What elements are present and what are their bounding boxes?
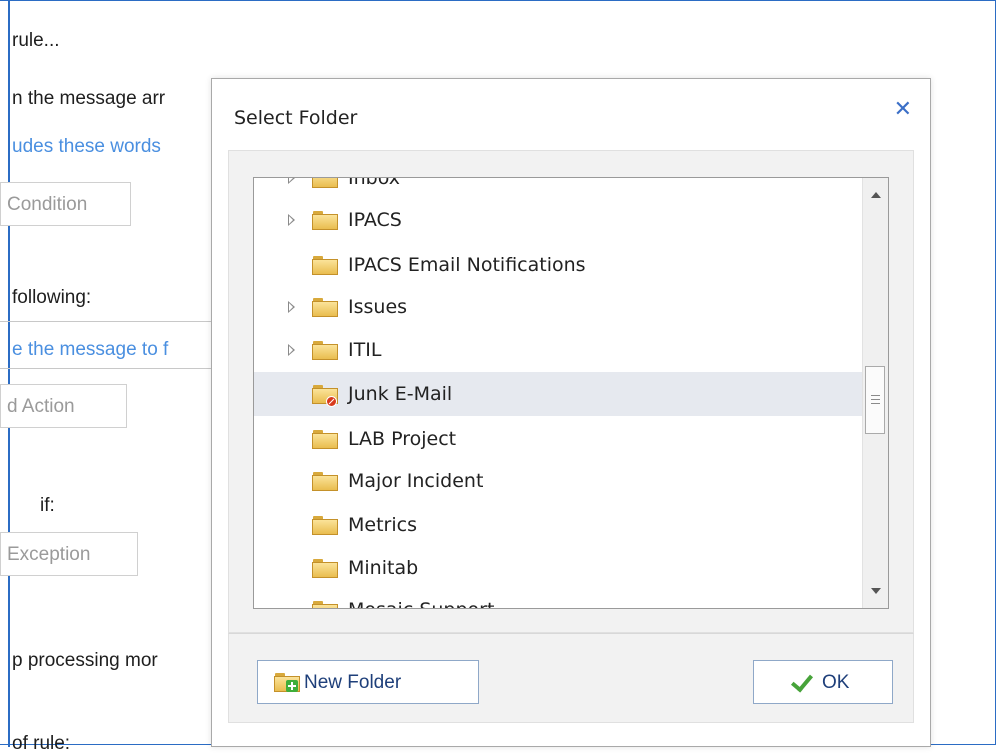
folder-icon bbox=[312, 256, 338, 275]
folder-icon bbox=[312, 211, 338, 230]
ok-button[interactable]: OK bbox=[753, 660, 893, 704]
tree-item-label: Major Incident bbox=[348, 470, 484, 492]
divider bbox=[0, 368, 215, 369]
tree-item-lab-project[interactable]: LAB Project bbox=[254, 417, 862, 461]
folder-icon bbox=[312, 178, 338, 188]
tree-item-ipacs[interactable]: IPACS bbox=[254, 198, 862, 242]
folder-icon bbox=[312, 472, 338, 491]
tree-item-issues[interactable]: Issues bbox=[254, 285, 862, 329]
tree-item-minitab[interactable]: Minitab bbox=[254, 546, 862, 590]
dialog-title: Select Folder bbox=[234, 107, 358, 129]
folder-icon bbox=[312, 430, 338, 449]
do-following-label: following: bbox=[12, 287, 92, 308]
tree-item-mosaic-support[interactable]: Mosaic Support bbox=[254, 588, 862, 608]
folder-icon bbox=[312, 298, 338, 317]
tree-item-label: Junk E-Mail bbox=[348, 383, 453, 405]
condition-link[interactable]: udes these words bbox=[12, 136, 161, 158]
action-link[interactable]: e the message to f bbox=[12, 339, 168, 361]
tree-item-label: IPACS Email Notifications bbox=[348, 254, 586, 276]
add-condition-button[interactable]: Condition bbox=[0, 182, 131, 226]
rule-name-label: of rule: bbox=[12, 733, 71, 754]
tree-item-label: Metrics bbox=[348, 514, 417, 536]
folder-icon bbox=[312, 559, 338, 578]
tree-item-label: Minitab bbox=[348, 557, 419, 579]
tree-item-label: Inbox bbox=[348, 177, 400, 189]
add-exception-button[interactable]: Exception bbox=[0, 532, 138, 576]
checkmark-icon bbox=[790, 669, 814, 693]
tree-item-label: LAB Project bbox=[348, 428, 457, 450]
tree-item-label: Issues bbox=[348, 296, 408, 318]
tree-item-label: Mosaic Support bbox=[348, 599, 494, 608]
select-folder-dialog: Select Folder ✕ Inbox IPACS IPACS Email … bbox=[211, 78, 931, 747]
close-icon[interactable]: ✕ bbox=[894, 97, 912, 122]
tree-item-ipacs-email-notifications[interactable]: IPACS Email Notifications bbox=[254, 243, 862, 287]
folder-icon bbox=[312, 601, 338, 608]
tree-item-inbox[interactable]: Inbox bbox=[254, 177, 862, 200]
tree-item-major-incident[interactable]: Major Incident bbox=[254, 459, 862, 503]
tree-item-junk-email[interactable]: Junk E-Mail bbox=[254, 372, 862, 416]
tree-item-label: IPACS bbox=[348, 209, 402, 231]
new-folder-icon bbox=[274, 673, 300, 692]
dialog-body: Inbox IPACS IPACS Email Notifications Is… bbox=[228, 150, 914, 633]
dialog-footer: New Folder OK bbox=[228, 633, 914, 723]
rule-title: rule... bbox=[12, 30, 60, 51]
scrollbar-thumb[interactable] bbox=[865, 366, 885, 434]
tree-item-itil[interactable]: ITIL bbox=[254, 328, 862, 372]
tree-item-label: ITIL bbox=[348, 339, 382, 361]
stop-processing-label[interactable]: p processing mor bbox=[12, 650, 158, 672]
expand-icon[interactable] bbox=[288, 214, 295, 226]
ok-label: OK bbox=[822, 672, 850, 693]
when-message-arrives-label: n the message arr bbox=[12, 88, 166, 109]
except-if-label: if: bbox=[40, 495, 55, 516]
tree-item-metrics[interactable]: Metrics bbox=[254, 503, 862, 547]
expand-icon[interactable] bbox=[288, 178, 295, 184]
scroll-down-arrow-icon[interactable] bbox=[871, 588, 881, 594]
expand-icon[interactable] bbox=[288, 344, 295, 356]
divider bbox=[0, 321, 215, 322]
new-folder-label: New Folder bbox=[304, 672, 402, 693]
expand-icon[interactable] bbox=[288, 301, 295, 313]
tree-scrollbar[interactable] bbox=[862, 178, 888, 608]
add-action-button[interactable]: d Action bbox=[0, 384, 127, 428]
folder-icon bbox=[312, 341, 338, 360]
folder-icon bbox=[312, 516, 338, 535]
rule-editor-left-border bbox=[8, 0, 10, 747]
junk-folder-icon bbox=[312, 385, 338, 407]
folder-tree[interactable]: Inbox IPACS IPACS Email Notifications Is… bbox=[253, 177, 889, 609]
scroll-up-arrow-icon[interactable] bbox=[871, 192, 881, 198]
new-folder-button[interactable]: New Folder bbox=[257, 660, 479, 704]
